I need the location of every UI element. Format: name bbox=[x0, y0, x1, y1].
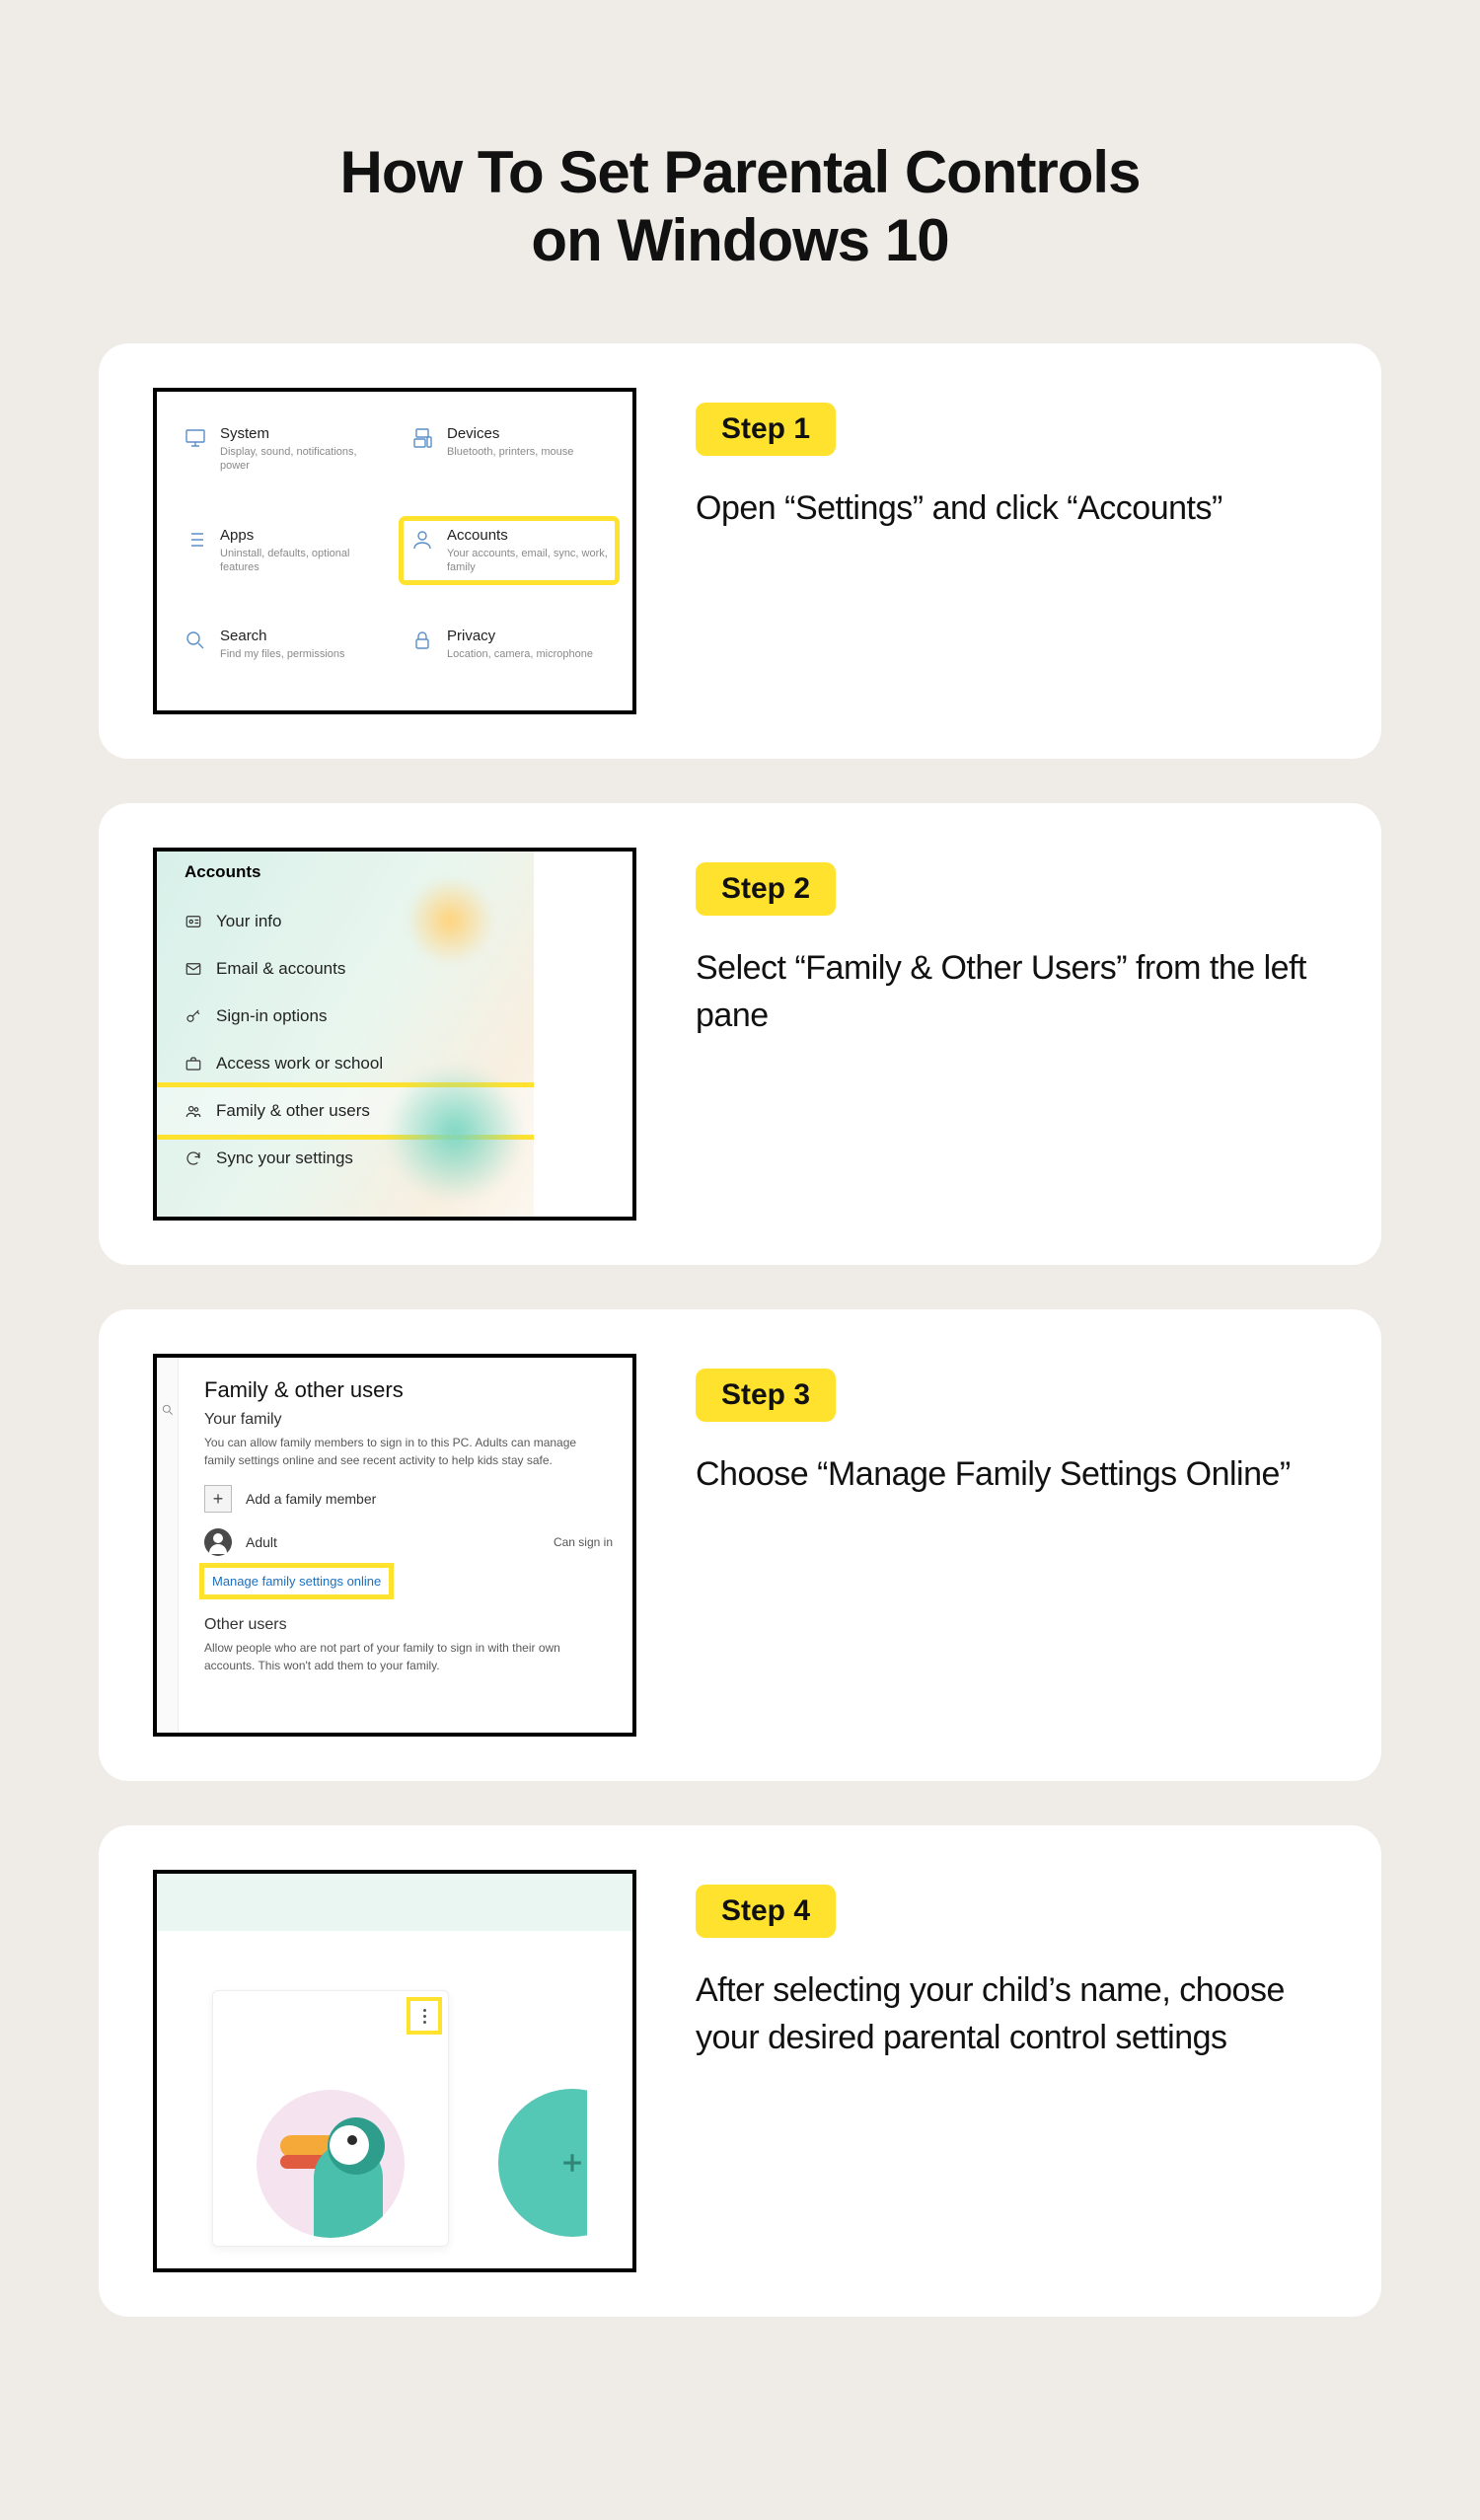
step-card-2: Accounts Your info Email & accounts Sign… bbox=[99, 803, 1381, 1265]
search-icon bbox=[157, 1397, 179, 1423]
more-options-button[interactable] bbox=[410, 2001, 438, 2031]
lock-icon bbox=[409, 628, 435, 653]
tile-sub: Your accounts, email, sync, work, family bbox=[447, 547, 609, 575]
briefcase-icon bbox=[185, 1055, 202, 1073]
sidebar bbox=[157, 1358, 179, 1733]
screenshot-step-1: System Display, sound, notifications, po… bbox=[153, 388, 636, 714]
child-avatar-toucan bbox=[257, 2090, 405, 2238]
child-avatar-plus bbox=[498, 2089, 587, 2237]
adult-label: Adult bbox=[246, 1534, 277, 1550]
step-card-4: Step 4 After selecting your child’s name… bbox=[99, 1825, 1381, 2317]
person-icon bbox=[409, 527, 435, 553]
family-member-adult[interactable]: Adult bbox=[204, 1528, 277, 1556]
section-other-users-desc: Allow people who are not part of your fa… bbox=[204, 1640, 579, 1674]
page-title: How To Set Parental Controls on Windows … bbox=[99, 138, 1381, 274]
tile-sub: Bluetooth, printers, mouse bbox=[447, 445, 573, 459]
tile-sub: Display, sound, notifications, power bbox=[220, 445, 382, 474]
step-card-1: System Display, sound, notifications, po… bbox=[99, 343, 1381, 759]
tile-sub: Find my files, permissions bbox=[220, 647, 345, 661]
idcard-icon bbox=[185, 913, 202, 930]
title-line-1: How To Set Parental Controls bbox=[340, 139, 1141, 205]
step-text-3: Choose “Manage Family Settings Online” bbox=[696, 1451, 1327, 1499]
pane-heading: Family & other users bbox=[204, 1377, 613, 1403]
nav-label: Access work or school bbox=[216, 1054, 383, 1074]
family-topbar bbox=[157, 1874, 632, 1931]
settings-tile-accounts[interactable]: Accounts Your accounts, email, sync, wor… bbox=[404, 521, 615, 581]
step-text-4: After selecting your child’s name, choos… bbox=[696, 1967, 1327, 2061]
settings-tile-apps[interactable]: Apps Uninstall, defaults, optional featu… bbox=[183, 527, 382, 575]
tile-label: Privacy bbox=[447, 628, 593, 644]
nav-label: Email & accounts bbox=[216, 959, 345, 979]
step-card-3: Family & other users Your family You can… bbox=[99, 1309, 1381, 1781]
step-badge-3: Step 3 bbox=[696, 1369, 836, 1422]
nav-label: Sign-in options bbox=[216, 1006, 327, 1026]
screenshot-step-3: Family & other users Your family You can… bbox=[153, 1354, 636, 1737]
avatar-icon bbox=[204, 1528, 232, 1556]
plus-icon: + bbox=[204, 1485, 232, 1513]
section-your-family: Your family bbox=[204, 1411, 613, 1429]
settings-tile-privacy[interactable]: Privacy Location, camera, microphone bbox=[409, 628, 609, 661]
devices-icon bbox=[409, 425, 435, 451]
tile-sub: Uninstall, defaults, optional features bbox=[220, 547, 382, 575]
title-line-2: on Windows 10 bbox=[531, 207, 948, 273]
can-sign-in: Can sign in bbox=[554, 1535, 613, 1549]
screenshot-step-4 bbox=[153, 1870, 636, 2272]
step-text-1: Open “Settings” and click “Accounts” bbox=[696, 485, 1327, 533]
tile-label: System bbox=[220, 425, 382, 442]
nav-label: Sync your settings bbox=[216, 1149, 353, 1168]
step-badge-2: Step 2 bbox=[696, 862, 836, 916]
tile-label: Accounts bbox=[447, 527, 609, 544]
tile-label: Apps bbox=[220, 527, 382, 544]
nav-label: Your info bbox=[216, 912, 281, 931]
search-icon bbox=[183, 628, 208, 653]
nav-label: Family & other users bbox=[216, 1101, 370, 1121]
child-profile-card[interactable] bbox=[212, 1990, 449, 2247]
settings-tile-search[interactable]: Search Find my files, permissions bbox=[183, 628, 382, 661]
manage-family-settings-link[interactable]: Manage family settings online bbox=[204, 1568, 389, 1594]
add-family-label: Add a family member bbox=[246, 1491, 376, 1507]
monitor-icon bbox=[183, 425, 208, 451]
add-family-member[interactable]: + Add a family member bbox=[204, 1485, 613, 1513]
list-icon bbox=[183, 527, 208, 553]
tile-sub: Location, camera, microphone bbox=[447, 647, 593, 661]
step-badge-4: Step 4 bbox=[696, 1885, 836, 1938]
sync-icon bbox=[185, 1149, 202, 1167]
step-text-2: Select “Family & Other Users” from the l… bbox=[696, 945, 1327, 1039]
screenshot-step-2: Accounts Your info Email & accounts Sign… bbox=[153, 848, 636, 1221]
tile-label: Search bbox=[220, 628, 345, 644]
key-icon bbox=[185, 1007, 202, 1025]
people-icon bbox=[185, 1102, 202, 1120]
settings-tile-devices[interactable]: Devices Bluetooth, printers, mouse bbox=[409, 425, 609, 474]
section-other-users: Other users bbox=[204, 1616, 613, 1634]
tile-label: Devices bbox=[447, 425, 573, 442]
step-badge-1: Step 1 bbox=[696, 403, 836, 456]
settings-tile-system[interactable]: System Display, sound, notifications, po… bbox=[183, 425, 382, 474]
section-your-family-desc: You can allow family members to sign in … bbox=[204, 1435, 579, 1469]
child-profile-card-2[interactable] bbox=[498, 1990, 587, 2247]
mail-icon bbox=[185, 960, 202, 978]
